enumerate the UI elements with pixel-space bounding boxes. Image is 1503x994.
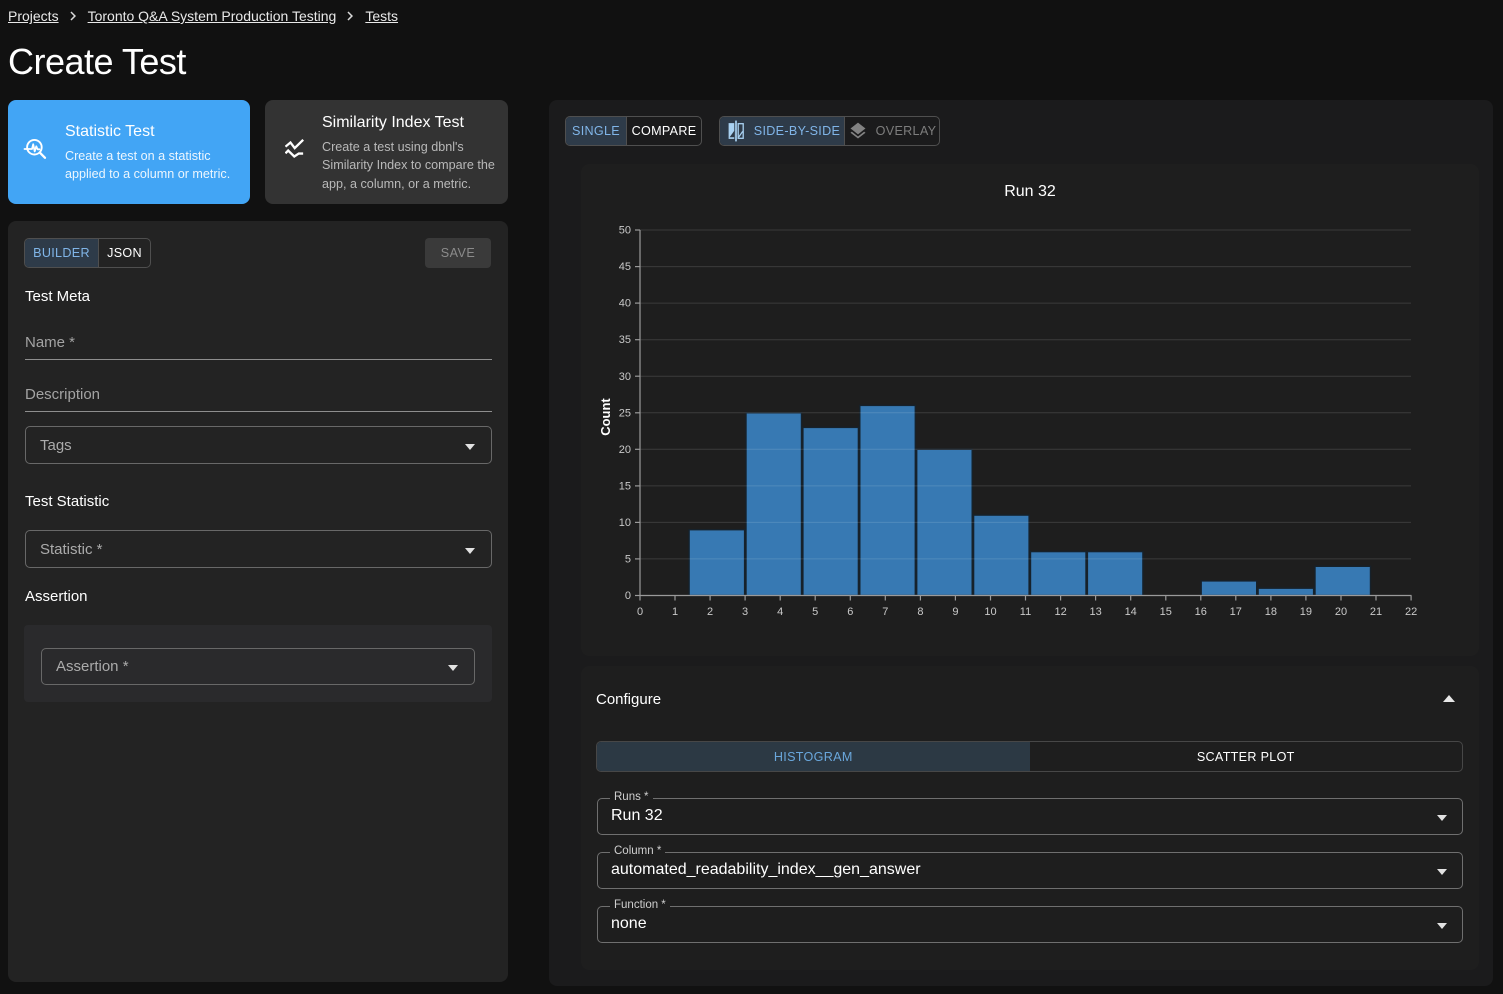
svg-text:5: 5	[625, 554, 631, 566]
svg-text:17: 17	[1230, 606, 1242, 618]
svg-text:15: 15	[1160, 606, 1172, 618]
svg-text:10: 10	[619, 517, 631, 529]
svg-text:13: 13	[1089, 606, 1101, 618]
svg-text:Count: Count	[598, 398, 613, 436]
svg-text:7: 7	[882, 606, 888, 618]
svg-text:12: 12	[1054, 606, 1066, 618]
svg-text:9: 9	[952, 606, 958, 618]
svg-text:50: 50	[619, 225, 631, 237]
svg-text:16: 16	[1195, 606, 1207, 618]
svg-text:0: 0	[625, 590, 631, 602]
svg-text:22: 22	[1405, 606, 1417, 618]
svg-text:1: 1	[672, 606, 678, 618]
svg-text:35: 35	[619, 334, 631, 346]
svg-text:15: 15	[619, 481, 631, 493]
svg-text:19: 19	[1300, 606, 1312, 618]
svg-text:6: 6	[847, 606, 853, 618]
svg-text:40: 40	[619, 298, 631, 310]
svg-text:20: 20	[1335, 606, 1347, 618]
svg-text:4: 4	[777, 606, 783, 618]
svg-text:21: 21	[1370, 606, 1382, 618]
svg-text:25: 25	[619, 407, 631, 419]
svg-text:18: 18	[1265, 606, 1277, 618]
svg-text:5: 5	[812, 606, 818, 618]
svg-text:45: 45	[619, 261, 631, 273]
svg-text:2: 2	[707, 606, 713, 618]
svg-text:0: 0	[637, 606, 643, 618]
svg-text:20: 20	[619, 444, 631, 456]
svg-text:14: 14	[1125, 606, 1137, 618]
svg-text:8: 8	[917, 606, 923, 618]
svg-text:11: 11	[1020, 606, 1031, 618]
svg-text:3: 3	[742, 606, 748, 618]
svg-text:30: 30	[619, 371, 631, 383]
svg-text:10: 10	[984, 606, 996, 618]
svg-text:Run 32: Run 32	[1004, 183, 1056, 200]
